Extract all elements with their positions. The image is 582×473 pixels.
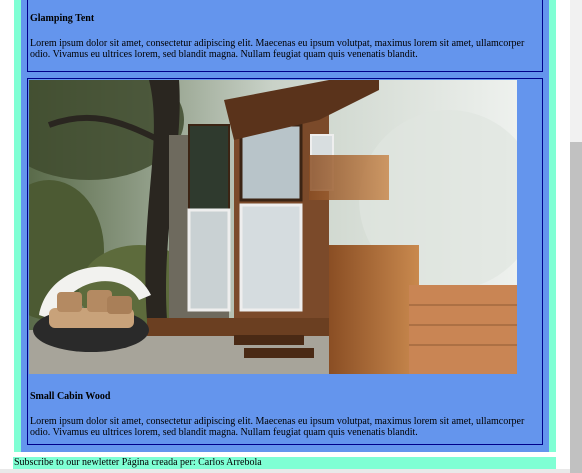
card-description: Lorem ipsum dolor sit amet, consectetur … xyxy=(30,38,525,60)
horizontal-scrollbar[interactable] xyxy=(0,469,570,473)
cabin-illustration xyxy=(29,80,517,374)
card-description: Lorem ipsum dolor sit amet, consectetur … xyxy=(30,416,525,438)
footer: Subscribe to our newletter Página creada… xyxy=(13,457,556,469)
card-title: Small Cabin Wood xyxy=(30,391,111,402)
cabin-photo xyxy=(29,80,517,374)
card-small-cabin-wood: Small Cabin Wood Lorem ipsum dolor sit a… xyxy=(27,78,543,445)
card-title: Glamping Tent xyxy=(30,13,95,24)
vertical-scrollbar-thumb[interactable] xyxy=(570,142,582,473)
card-glamping-tent: Glamping Tent Lorem ipsum dolor sit amet… xyxy=(27,0,543,72)
